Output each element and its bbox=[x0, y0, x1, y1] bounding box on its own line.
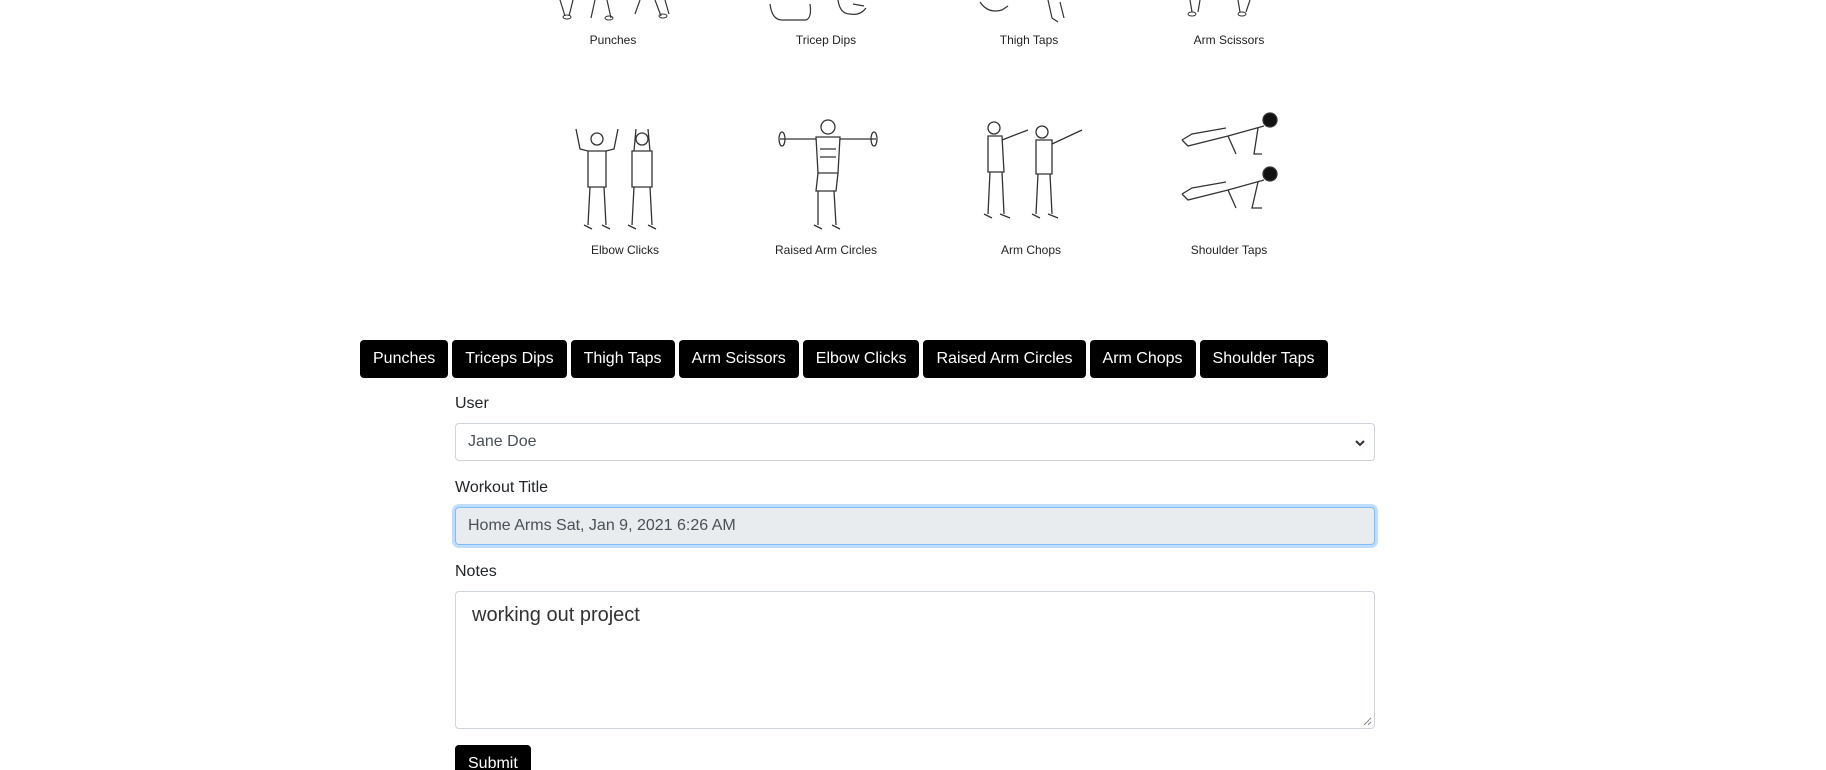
exercise-illustration-raised-arm-circles bbox=[776, 115, 880, 233]
triceps-dips-button[interactable]: Triceps Dips bbox=[452, 340, 567, 378]
resize-grip-icon[interactable] bbox=[1362, 716, 1372, 726]
thigh-taps-figure-icon bbox=[979, 0, 1065, 23]
exercise-caption-shoulder-taps: Shoulder Taps bbox=[1190, 243, 1268, 257]
user-select-value: Jane Doe bbox=[468, 433, 537, 450]
shoulder-taps-button[interactable]: Shoulder Taps bbox=[1199, 340, 1328, 378]
elbow-clicks-button[interactable]: Elbow Clicks bbox=[802, 340, 920, 378]
punches-button[interactable]: Punches bbox=[360, 340, 449, 378]
exercise-caption-thigh-taps: Thigh Taps bbox=[999, 33, 1059, 47]
exercise-caption-arm-scissors: Arm Scissors bbox=[1193, 33, 1265, 47]
chevron-down-icon bbox=[1355, 440, 1365, 447]
elbow-clicks-figure-icon bbox=[575, 128, 657, 230]
exercise-illustration-tricep-dips bbox=[768, 0, 878, 22]
exercise-caption-punches: Punches bbox=[589, 33, 637, 47]
workout-title-input[interactable]: Home Arms Sat, Jan 9, 2021 6:26 AM bbox=[455, 507, 1375, 545]
exercise-illustration-shoulder-taps bbox=[1178, 110, 1282, 220]
user-label: User bbox=[455, 395, 489, 412]
shoulder-taps-figure-icon bbox=[1181, 112, 1278, 209]
exercise-button-row: Punches Triceps Dips Thigh Taps Arm Scis… bbox=[360, 340, 1328, 378]
notes-label: Notes bbox=[455, 563, 497, 580]
exercise-caption-elbow-clicks: Elbow Clicks bbox=[590, 243, 660, 257]
punches-figure-icon bbox=[559, 0, 670, 21]
thigh-taps-button[interactable]: Thigh Taps bbox=[570, 340, 675, 378]
workout-title-label: Workout Title bbox=[455, 479, 549, 496]
exercise-illustration-arm-chops bbox=[982, 118, 1086, 228]
raised-arm-circles-button[interactable]: Raised Arm Circles bbox=[923, 340, 1086, 378]
raised-arm-circles-figure-icon bbox=[778, 119, 878, 230]
exercise-illustration-thigh-taps bbox=[978, 0, 1088, 24]
exercise-illustration-arm-scissors bbox=[1180, 0, 1280, 20]
notes-textarea[interactable]: working out project bbox=[455, 591, 1375, 729]
arm-scissors-figure-icon bbox=[1187, 0, 1251, 17]
exercise-illustration-elbow-clicks bbox=[568, 125, 668, 233]
exercise-caption-raised-arm-circles: Raised Arm Circles bbox=[774, 243, 878, 257]
exercise-illustration-punches bbox=[555, 0, 675, 22]
exercise-caption-tricep-dips: Tricep Dips bbox=[795, 33, 857, 47]
tricep-dips-figure-icon bbox=[769, 0, 867, 21]
arm-chops-button[interactable]: Arm Chops bbox=[1089, 340, 1196, 378]
arm-scissors-button[interactable]: Arm Scissors bbox=[678, 340, 799, 378]
user-select[interactable]: Jane Doe bbox=[455, 423, 1375, 461]
arm-chops-figure-icon bbox=[983, 121, 1083, 219]
exercise-caption-arm-chops: Arm Chops bbox=[1000, 243, 1062, 257]
submit-button[interactable]: Submit bbox=[455, 745, 531, 770]
notes-text: working out project bbox=[472, 604, 640, 626]
